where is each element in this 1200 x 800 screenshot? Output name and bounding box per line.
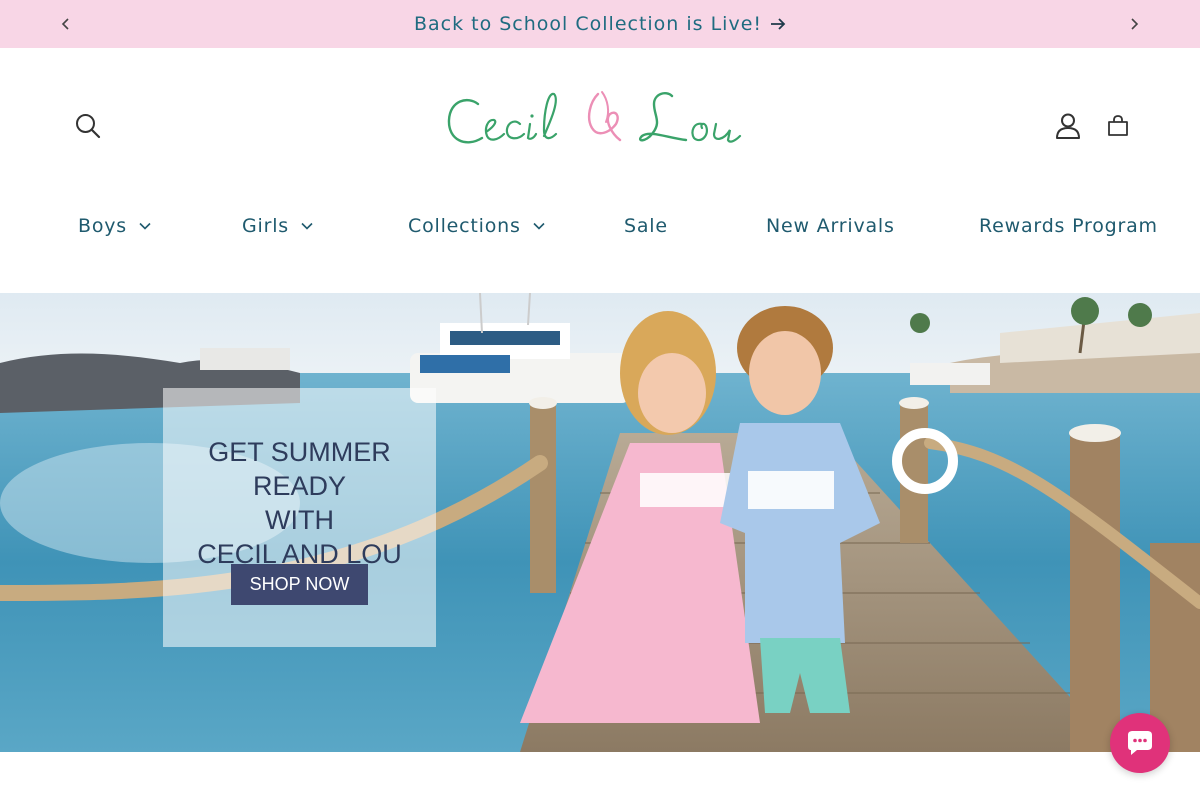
- chat-launcher-button[interactable]: [1110, 713, 1170, 773]
- search-icon: [76, 114, 101, 139]
- announcement-text: Back to School Collection is Live!: [413, 13, 763, 35]
- chevron-down-icon: [533, 222, 545, 230]
- promo-card: GET SUMMER READY WITH CECIL AND LOU SHOP…: [163, 388, 436, 647]
- logo[interactable]: [440, 82, 760, 166]
- nav-item-new-arrivals[interactable]: New Arrivals: [766, 210, 895, 242]
- arrow-right-icon: [771, 18, 786, 30]
- announcement-bar: Back to School Collection is Live!: [0, 0, 1200, 48]
- nav-item-label: Boys: [78, 215, 128, 237]
- nav-item-girls[interactable]: Girls: [242, 210, 313, 242]
- announcement-link[interactable]: Back to School Collection is Live!: [0, 0, 1200, 48]
- search-button[interactable]: [70, 108, 106, 144]
- account-button[interactable]: [1050, 108, 1086, 144]
- nav-item-rewards-program[interactable]: Rewards Program: [979, 210, 1158, 242]
- nav-item-label: Girls: [242, 215, 289, 237]
- promo-heading-line: GET SUMMER READY: [208, 437, 391, 501]
- hero-banner: GET SUMMER READY WITH CECIL AND LOU SHOP…: [0, 293, 1200, 752]
- shop-now-button[interactable]: SHOP NOW: [231, 564, 368, 605]
- announcement-next-button[interactable]: [1122, 12, 1146, 36]
- nav-item-sale[interactable]: Sale: [624, 210, 668, 242]
- account-icon: [1056, 113, 1080, 139]
- nav-item-label: New Arrivals: [766, 215, 895, 237]
- promo-heading-line: WITH: [265, 505, 334, 535]
- nav-item-collections[interactable]: Collections: [408, 210, 545, 242]
- cart-button[interactable]: [1102, 110, 1134, 142]
- chevron-right-icon: [1131, 18, 1139, 30]
- cecil-and-lou-logo: [447, 91, 742, 144]
- nav-item-label: Sale: [624, 215, 668, 237]
- chat-bubble-icon: [1128, 731, 1152, 755]
- cart-icon: [1108, 115, 1128, 136]
- promo-heading: GET SUMMER READY WITH CECIL AND LOU: [163, 435, 436, 571]
- nav-item-label: Collections: [408, 215, 521, 237]
- nav-item-boys[interactable]: Boys: [78, 210, 151, 242]
- chevron-down-icon: [139, 222, 151, 230]
- nav-item-label: Rewards Program: [979, 215, 1158, 237]
- chevron-down-icon: [301, 222, 313, 230]
